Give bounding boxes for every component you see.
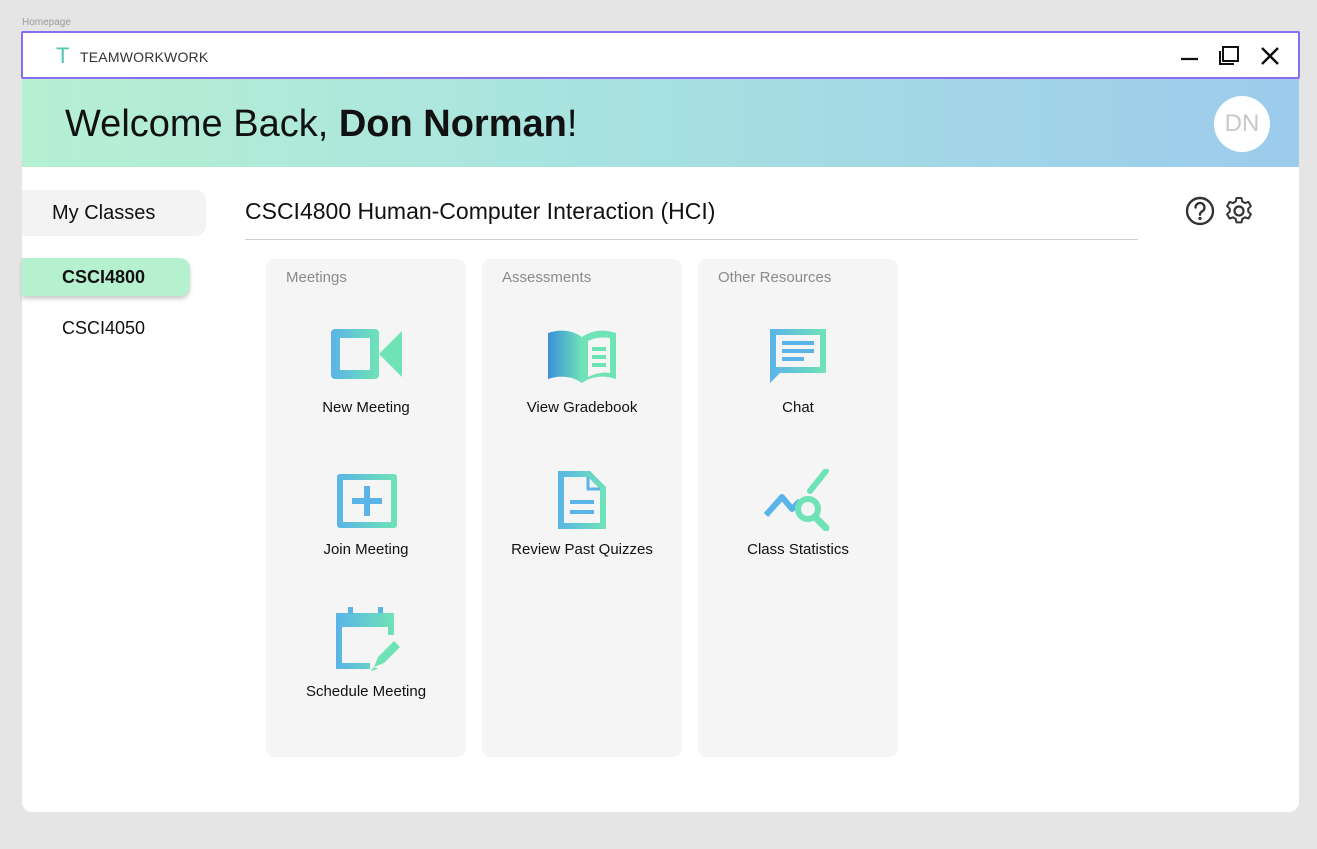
class-statistics-button[interactable]: Class Statistics <box>698 469 898 569</box>
avatar[interactable]: DN <box>1214 96 1270 152</box>
logo-letter: T <box>56 43 70 68</box>
user-name: Don Norman <box>338 103 567 145</box>
app-name: TEAMWORKWORK <box>80 49 209 65</box>
assessments-panel: Assessments View Gradebook Review Past Q… <box>482 259 682 757</box>
view-gradebook-button[interactable]: View Gradebook <box>482 327 682 427</box>
welcome-banner: Welcome Back, Don Norman! DN <box>22 79 1299 167</box>
course-title: CSCI4800 Human-Computer Interaction (HCI… <box>245 198 716 224</box>
review-past-quizzes-label: Review Past Quizzes <box>511 541 653 558</box>
maximize-icon[interactable] <box>1216 43 1242 69</box>
welcome-suffix: ! <box>566 103 578 145</box>
plus-box-icon <box>337 474 397 528</box>
stats-search-icon <box>763 469 830 531</box>
view-gradebook-label: View Gradebook <box>526 399 638 416</box>
review-past-quizzes-button[interactable]: Review Past Quizzes <box>482 469 682 569</box>
minimize-icon[interactable] <box>1177 43 1203 69</box>
panel-title-meetings: Meetings <box>286 269 347 286</box>
video-camera-icon <box>331 329 402 379</box>
chat-button[interactable]: Chat <box>698 327 898 427</box>
other-resources-panel: Other Resources Chat Class Statistics <box>698 259 898 757</box>
join-meeting-button[interactable]: Join Meeting <box>266 469 466 569</box>
join-meeting-label: Join Meeting <box>323 541 409 558</box>
welcome-prefix: Welcome Back, <box>65 103 339 145</box>
app-window: T TEAMWORKWORK Welcome Back, Don Norman!… <box>21 31 1300 812</box>
my-classes-heading: My Classes <box>22 190 206 236</box>
welcome-heading: Welcome Back, Don Norman! <box>65 103 577 146</box>
open-book-icon <box>548 330 616 383</box>
chat-bubble-icon <box>770 329 826 383</box>
chat-label: Chat <box>782 399 814 416</box>
schedule-meeting-label: Schedule Meeting <box>305 683 427 700</box>
gear-icon[interactable] <box>1223 195 1255 227</box>
panel-title-assessments: Assessments <box>502 269 592 286</box>
divider <box>245 239 1138 240</box>
class-statistics-label: Class Statistics <box>747 541 849 558</box>
class-item-csci4800[interactable]: CSCI4800 <box>22 258 190 296</box>
schedule-meeting-button[interactable]: Schedule Meeting <box>266 607 466 711</box>
title-bar: T TEAMWORKWORK <box>21 31 1300 79</box>
close-icon[interactable] <box>1257 43 1283 69</box>
frame-label: Homepage <box>22 17 71 28</box>
class-item-csci4050[interactable]: CSCI4050 <box>22 309 190 347</box>
calendar-edit-icon <box>336 607 400 671</box>
new-meeting-button[interactable]: New Meeting <box>266 327 466 427</box>
help-icon[interactable] <box>1184 195 1216 227</box>
new-meeting-label: New Meeting <box>322 399 410 416</box>
meetings-panel: Meetings New Meeting Join Meeting Schedu… <box>266 259 466 757</box>
panel-title-other-resources: Other Resources <box>718 269 832 286</box>
document-icon <box>558 471 606 529</box>
